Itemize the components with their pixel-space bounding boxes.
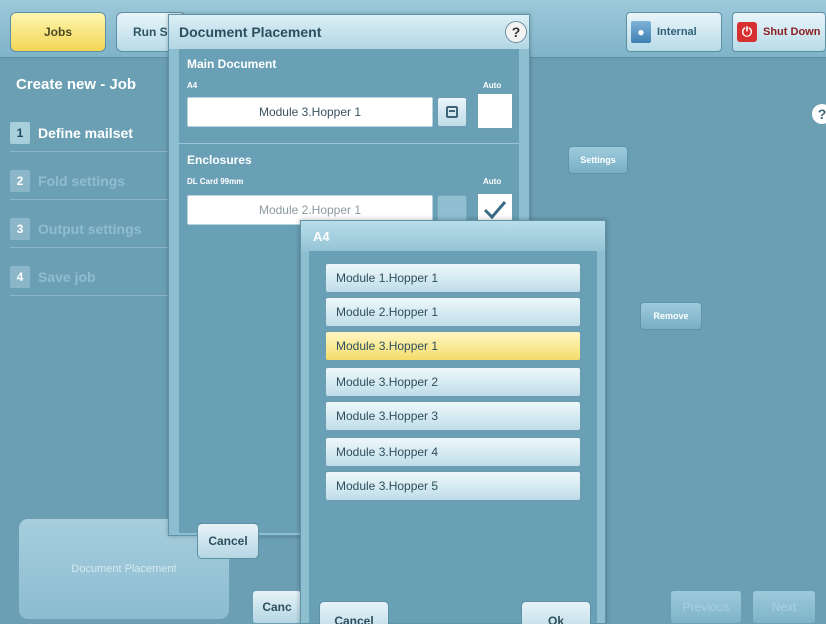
tab-jobs[interactable]: Jobs [10, 12, 106, 52]
next-button[interactable]: Next [752, 590, 816, 624]
checkmark-icon [483, 201, 507, 220]
list-icon [446, 106, 458, 118]
auto-label: Auto [483, 81, 502, 90]
step-output-settings[interactable]: 3 Output settings [10, 210, 170, 248]
step-label: Fold settings [38, 172, 126, 189]
dialog-title: A4 [313, 229, 330, 244]
user-icon: ● [631, 21, 651, 43]
internal-button[interactable]: ● Internal [626, 12, 722, 52]
step-number: 2 [10, 169, 30, 192]
divider [179, 143, 519, 144]
auto-label: Auto [483, 177, 502, 186]
remove-button[interactable]: Remove [640, 302, 702, 330]
cancel-button[interactable]: Cancel [319, 601, 389, 624]
hopper-option[interactable]: Module 3.Hopper 2 [325, 367, 581, 397]
dialog-body: Module 1.Hopper 1 Module 2.Hopper 1 Modu… [309, 251, 597, 624]
ok-button[interactable]: Ok [521, 601, 591, 624]
step-label: Define mailset [38, 124, 133, 141]
step-number: 1 [10, 121, 30, 144]
hopper-option[interactable]: Module 3.Hopper 5 [325, 471, 581, 501]
hopper-option[interactable]: Module 3.Hopper 3 [325, 401, 581, 431]
previous-button[interactable]: Previous [670, 590, 742, 624]
hopper-option[interactable]: Module 2.Hopper 1 [325, 297, 581, 327]
hopper-option[interactable]: Module 1.Hopper 1 [325, 263, 581, 293]
step-number: 3 [10, 217, 30, 240]
main-document-field[interactable]: Module 3.Hopper 1 [187, 97, 433, 127]
cancel-button[interactable]: Canc [252, 590, 302, 624]
page-title: Create new - Job [16, 76, 137, 93]
main-document-format: A4 [187, 81, 198, 90]
enclosures-heading: Enclosures [187, 153, 252, 167]
cancel-button[interactable]: Cancel [197, 523, 259, 559]
enclosure-format: DL Card 99mm [187, 177, 244, 186]
main-document-heading: Main Document [187, 57, 277, 71]
hopper-select-dialog: A4 Module 1.Hopper 1 Module 2.Hopper 1 M… [300, 220, 606, 624]
dialog-header: Document Placement [169, 15, 529, 49]
main-auto-checkbox[interactable] [477, 93, 513, 129]
step-number: 4 [10, 265, 30, 288]
list-button[interactable] [437, 97, 467, 127]
step-label: Output settings [38, 220, 142, 237]
hopper-option[interactable]: Module 3.Hopper 4 [325, 437, 581, 467]
step-fold-settings[interactable]: 2 Fold settings [10, 162, 170, 200]
power-icon: ⏻ [737, 22, 757, 42]
hopper-option-selected[interactable]: Module 3.Hopper 1 [325, 331, 581, 361]
internal-label: Internal [657, 26, 697, 38]
dialog-header: A4 [301, 221, 605, 251]
step-label: Save job [38, 268, 96, 285]
step-define-mailset[interactable]: 1 Define mailset [10, 114, 170, 152]
dialog-title: Document Placement [179, 24, 322, 40]
shutdown-button[interactable]: ⏻ Shut Down [732, 12, 826, 52]
step-save-job[interactable]: 4 Save job [10, 258, 170, 296]
help-icon[interactable]: ? [812, 104, 826, 124]
settings-button[interactable]: Settings [568, 146, 628, 174]
shutdown-label: Shut Down [763, 26, 821, 38]
help-icon[interactable]: ? [505, 21, 527, 43]
